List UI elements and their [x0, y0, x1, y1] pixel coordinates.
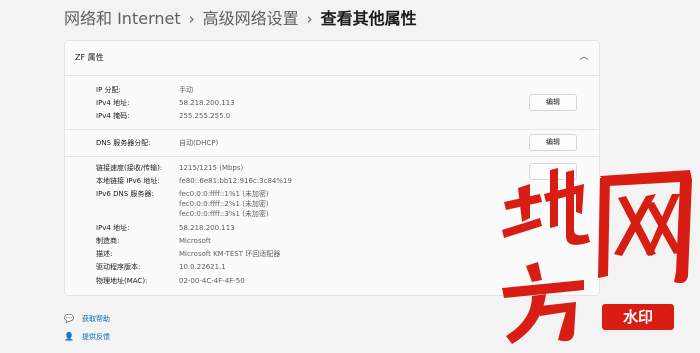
section-title: ZF 属性 — [75, 53, 104, 62]
help-icon: 💬 — [64, 314, 74, 323]
ipv4-label: IPv4 地址: — [96, 99, 130, 107]
info-label: IPv6 DNS 服务器: — [96, 190, 154, 198]
section-header-zf[interactable]: ZF 属性 ︿ — [64, 40, 600, 76]
info-value: fec0:0:0:ffff::1%1 (未加密) — [179, 190, 269, 198]
info-value: 10.0.22621.1 — [179, 263, 226, 271]
info-value: 1215/1215 (Mbps) — [179, 164, 244, 172]
give-feedback-link[interactable]: 👤 提供反馈 — [64, 332, 110, 342]
info-value: Microsoft KM-TEST 环回适配器 — [179, 250, 281, 258]
chevron-right-icon: › — [306, 10, 313, 28]
info-label: IPv4 地址: — [96, 224, 130, 232]
info-label: 描述: — [96, 250, 113, 258]
info-value: fec0:0:0:ffff::3%1 (未加密) — [179, 210, 269, 218]
chevron-right-icon: › — [188, 10, 195, 28]
get-help-link[interactable]: 💬 获取帮助 — [64, 314, 110, 324]
breadcrumb-network[interactable]: 网络和 Internet — [64, 8, 181, 30]
info-label: 制造商: — [96, 237, 120, 245]
info-value: fec0:0:0:ffff::2%1 (未加密) — [179, 200, 269, 208]
ipv4-value: 58.218.200.113 — [179, 99, 235, 107]
info-value: fe80::6e81:bb12:916c:3c84%19 — [179, 177, 292, 185]
info-value: 58.218.200.113 — [179, 224, 235, 232]
info-label: 物理地址(MAC): — [96, 277, 148, 285]
dns-assign-value: 自动(DHCP) — [179, 139, 219, 147]
watermark-stamp: 水印 — [502, 168, 692, 344]
dns-edit-button[interactable]: 编辑 — [529, 134, 577, 151]
info-label: 本地链接 IPv6 地址: — [96, 177, 160, 185]
ip-assign-label: IP 分配: — [96, 86, 121, 94]
info-label: 链接速度(接收/传输): — [96, 164, 163, 172]
ip-settings-card: IP 分配: 手动 IPv4 地址: 58.218.200.113 IPv4 掩… — [64, 76, 600, 130]
dns-assign-label: DNS 服务器分配: — [96, 139, 151, 147]
feedback-icon: 👤 — [64, 332, 74, 341]
ip-edit-button[interactable]: 编辑 — [529, 94, 577, 111]
dns-settings-card: DNS 服务器分配: 自动(DHCP) 编辑 — [64, 130, 600, 157]
watermark-badge-text: 水印 — [623, 308, 653, 326]
breadcrumb: 网络和 Internet › 高级网络设置 › 查看其他属性 — [64, 8, 417, 30]
info-label: 驱动程序版本: — [96, 263, 141, 271]
page-title: 查看其他属性 — [320, 9, 417, 28]
breadcrumb-advanced[interactable]: 高级网络设置 — [203, 8, 299, 30]
info-value: 02-00-4C-4F-4F-50 — [179, 277, 245, 285]
info-value: Microsoft — [179, 237, 211, 245]
mask-label: IPv4 掩码: — [96, 112, 130, 120]
mask-value: 255.255.255.0 — [179, 112, 231, 120]
give-feedback-label: 提供反馈 — [82, 333, 110, 341]
chevron-up-icon[interactable]: ︿ — [577, 50, 591, 64]
ip-assign-value: 手动 — [179, 86, 193, 94]
get-help-label: 获取帮助 — [82, 315, 110, 323]
